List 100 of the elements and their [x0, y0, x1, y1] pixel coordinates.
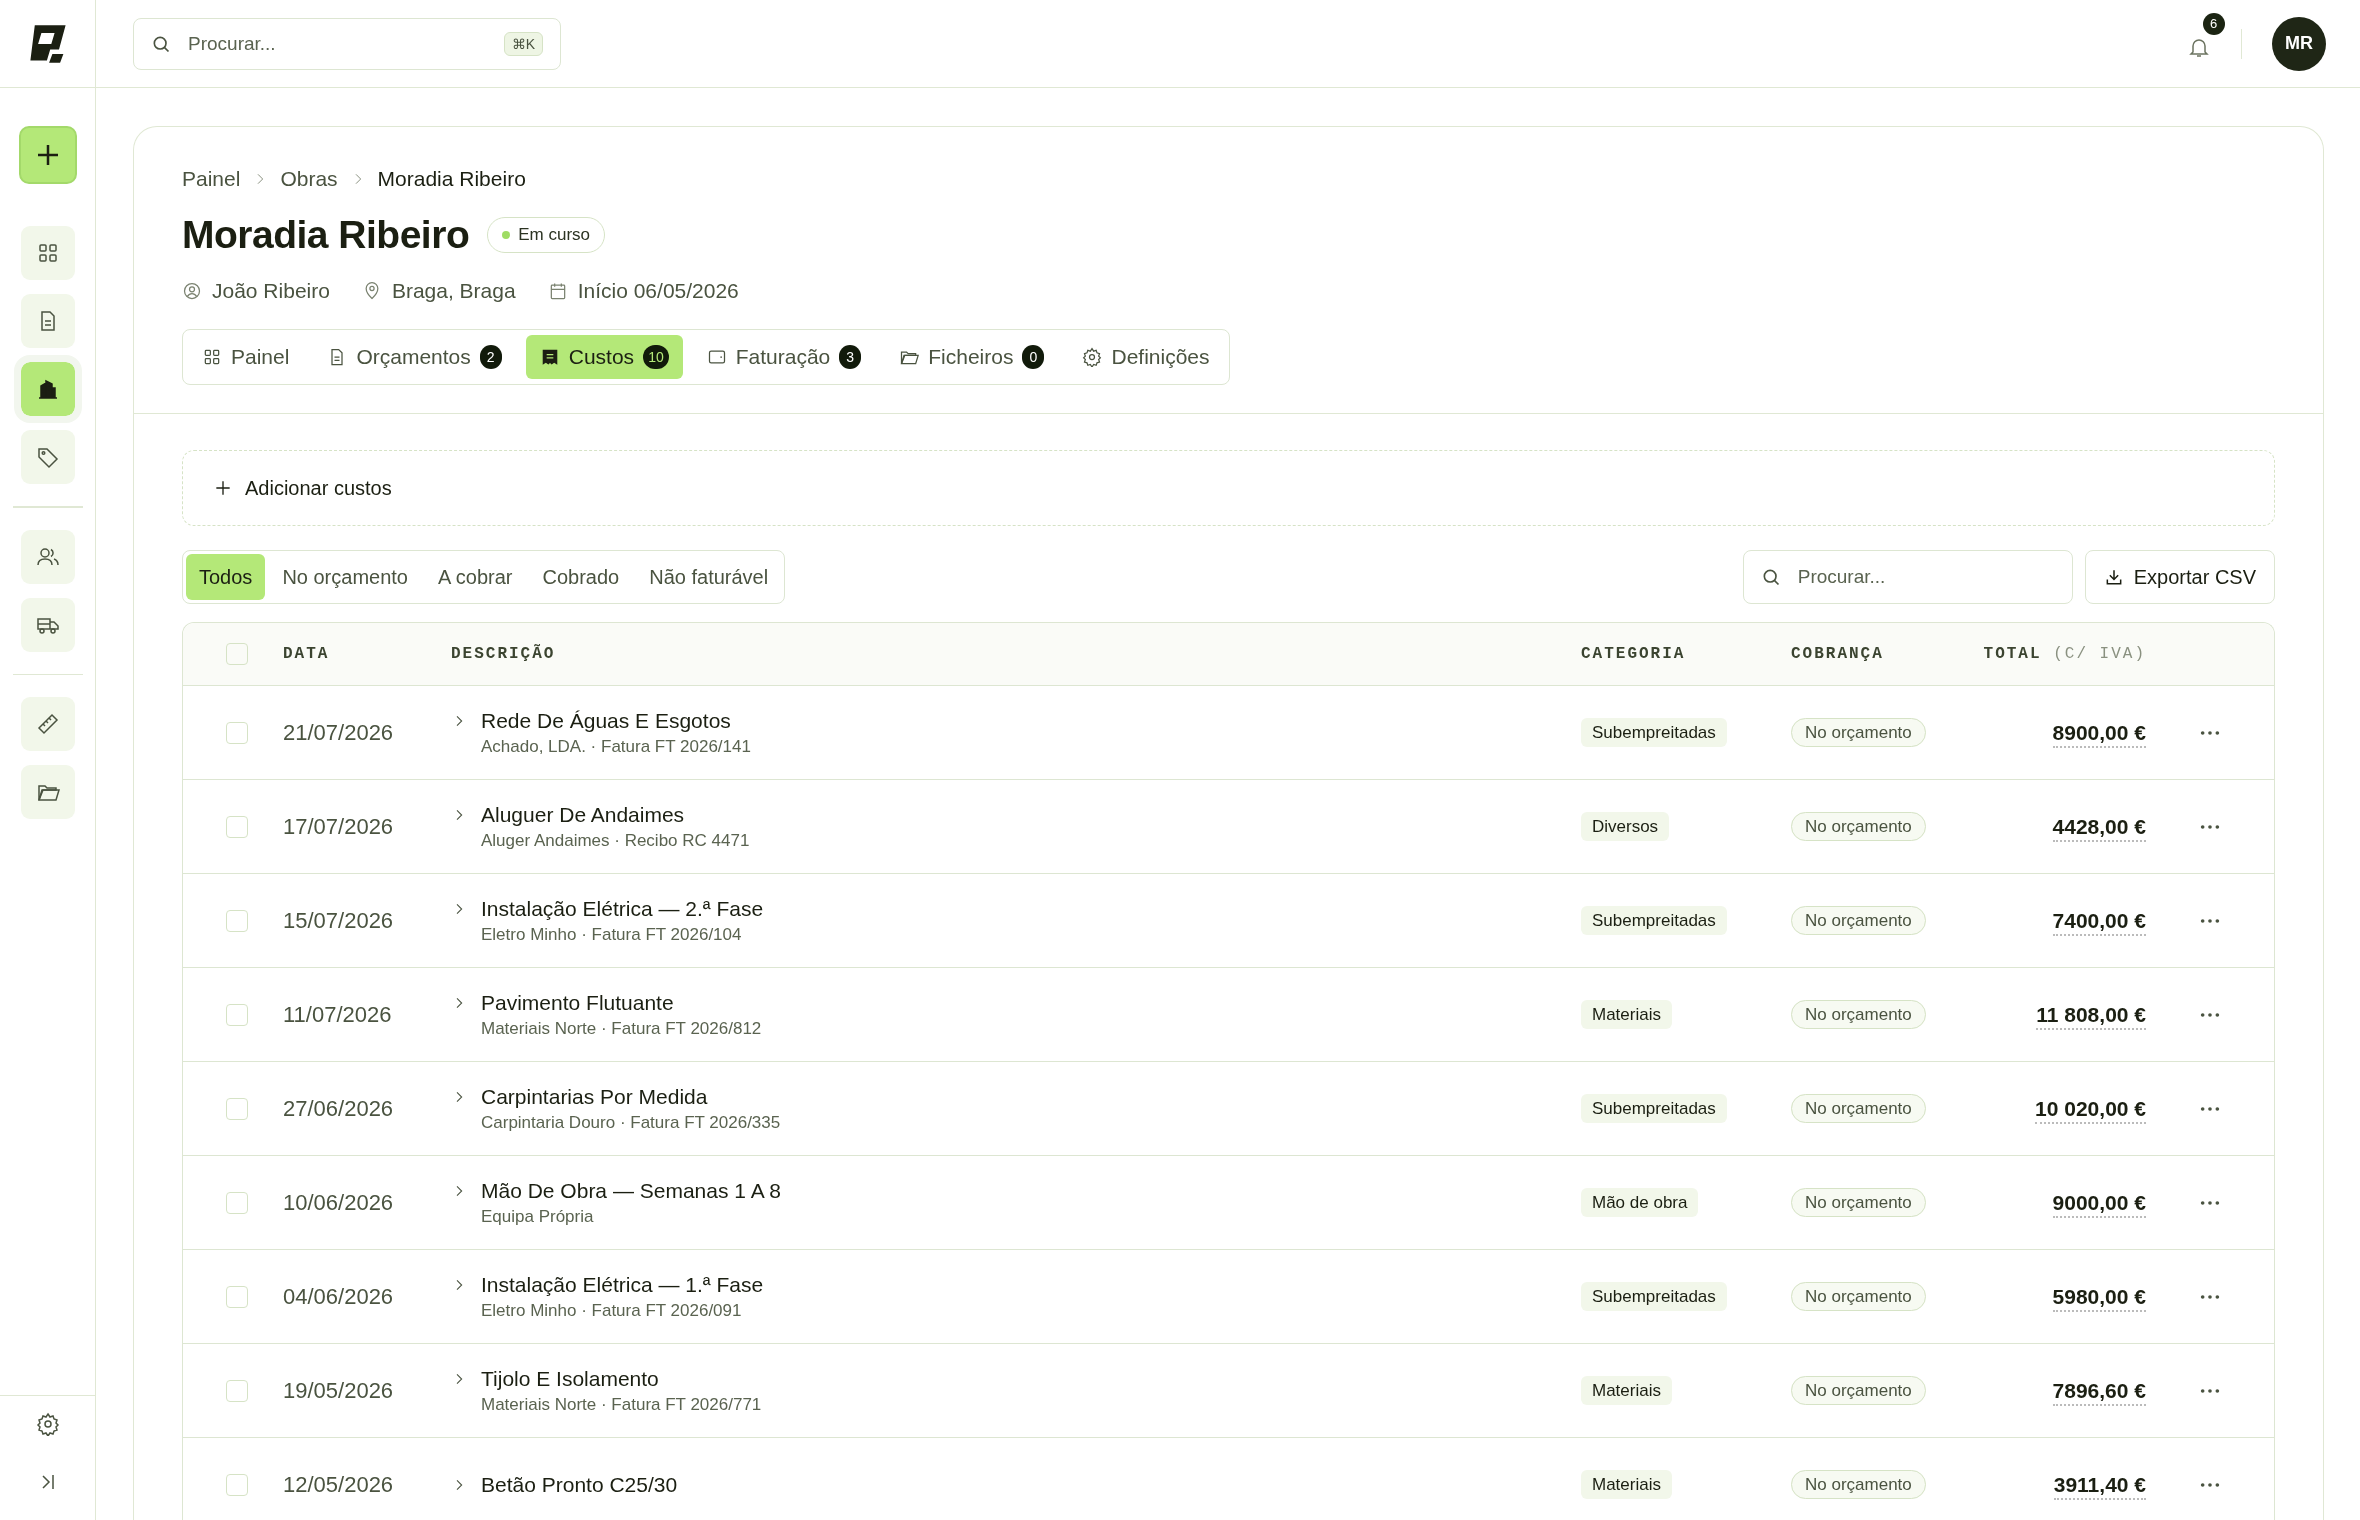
count-badge: 2 [479, 345, 502, 369]
billing-status-badge: No orçamento [1791, 1281, 1926, 1311]
more-options-icon[interactable] [2199, 823, 2221, 830]
column-header: DATA [283, 645, 331, 663]
category-tag: Materiais [1581, 999, 1672, 1029]
filter-tab[interactable]: Cobrado [529, 554, 633, 600]
category-tag: Subempreitadas [1581, 1093, 1727, 1123]
avatar[interactable]: MR [2272, 16, 2326, 71]
user-icon [182, 281, 202, 301]
total-amount: 4428,00 € [2052, 814, 2146, 842]
row-checkbox[interactable] [226, 1191, 248, 1214]
row-checkbox[interactable] [226, 1473, 248, 1496]
table-search-field[interactable]: Procurar... [1742, 550, 2073, 604]
more-options-icon[interactable] [2199, 1387, 2221, 1394]
billing-status-badge: No orçamento [1791, 717, 1926, 747]
cost-supplier: Carpintaria Douro · Fatura FT 2026/335 [481, 1112, 781, 1133]
cost-title: Rede De Águas E Esgotos [481, 708, 732, 733]
category-tag: Materiais [1581, 1469, 1672, 1499]
shortcut-hint: ⌘K [503, 31, 543, 56]
date-cell-text: 27/06/2026 [283, 1095, 395, 1122]
row-checkbox[interactable] [226, 1097, 248, 1120]
cost-title: Carpintarias Por Medida [481, 1084, 709, 1109]
billing-status-badge: No orçamento [1791, 905, 1926, 935]
billing-status-badge: No orçamento [1791, 811, 1926, 841]
tab[interactable]: Painel [188, 335, 304, 379]
cost-supplier: Materiais Norte · Fatura FT 2026/812 [481, 1018, 762, 1039]
tab[interactable]: Orçamentos 2 [313, 335, 516, 379]
row-checkbox[interactable] [226, 1003, 248, 1026]
tab[interactable]: Custos 10 [525, 335, 683, 379]
count-badge: 10 [643, 345, 669, 369]
tab[interactable]: Ficheiros 0 [885, 335, 1059, 379]
category-tag: Mão de obra [1581, 1187, 1699, 1217]
add-costs-button[interactable]: Adicionar custos [182, 450, 2275, 526]
total-amount: 10 020,00 € [2035, 1096, 2146, 1124]
cost-title: Mão De Obra — Semanas 1 A 8 [481, 1178, 781, 1203]
date-cell-text: 17/07/2026 [283, 813, 395, 840]
more-options-icon[interactable] [2199, 1199, 2221, 1206]
total-amount: 3911,40 € [2053, 1472, 2146, 1500]
export-csv-button[interactable]: Exportar CSV [2084, 550, 2275, 604]
filter-tab[interactable]: Não faturável [636, 554, 782, 600]
breadcrumb-link[interactable]: Moradia Ribeiro [377, 167, 526, 191]
select-all-checkbox[interactable] [226, 643, 248, 665]
row-checkbox[interactable] [226, 721, 248, 744]
total-amount: 7896,60 € [2052, 1378, 2146, 1406]
cost-title: Betão Pronto C25/30 [481, 1472, 678, 1497]
tab[interactable]: Definições [1068, 335, 1224, 379]
cost-supplier: Equipa Própria [481, 1206, 595, 1227]
category-tag: Materiais [1581, 1375, 1672, 1405]
more-options-icon[interactable] [2199, 1105, 2221, 1112]
row-checkbox[interactable] [226, 909, 248, 932]
tag-icon [35, 445, 60, 469]
category-tag: Subempreitadas [1581, 717, 1727, 747]
filter-tab[interactable]: No orçamento [269, 554, 421, 600]
row-checkbox[interactable] [226, 1379, 248, 1402]
date-cell-text: 21/07/2026 [283, 719, 395, 746]
cost-supplier: Eletro Minho · Fatura FT 2026/104 [481, 924, 743, 945]
billing-status-badge: No orçamento [1791, 1469, 1926, 1499]
more-options-icon[interactable] [2199, 1481, 2221, 1488]
row-checkbox[interactable] [226, 815, 248, 838]
tab[interactable]: Faturação 3 [692, 335, 876, 379]
column-header: CATEGORIA [1581, 645, 1687, 663]
meta-text: Braga, Braga [391, 279, 516, 303]
row-checkbox[interactable] [226, 1285, 248, 1308]
category-tag: Diversos [1581, 811, 1670, 841]
category-tag: Subempreitadas [1581, 1281, 1727, 1311]
meta-text: João Ribeiro [212, 279, 330, 303]
more-options-icon[interactable] [2199, 1293, 2221, 1300]
billing-status-badge: No orçamento [1791, 1093, 1926, 1123]
date-cell-text: 11/07/2026 [283, 1001, 393, 1028]
total-amount: 8900,00 € [2052, 720, 2146, 748]
billing-status-badge: No orçamento [1791, 1187, 1926, 1217]
meta-text: Início 06/05/2026 [577, 279, 739, 303]
breadcrumb-link[interactable]: Obras [280, 167, 338, 191]
more-options-icon[interactable] [2199, 917, 2221, 924]
filter-tab[interactable]: Todos [186, 554, 266, 600]
settings-icon [1082, 347, 1103, 367]
cost-supplier: Achado, LDA. · Fatura FT 2026/141 [481, 736, 751, 757]
total-amount: 7400,00 € [2052, 908, 2146, 936]
date-cell-text: 04/06/2026 [283, 1283, 395, 1310]
cost-title: Tijolo E Isolamento [481, 1366, 660, 1391]
notification-badge: 6 [2202, 12, 2225, 35]
more-options-icon[interactable] [2199, 1011, 2221, 1018]
billing-status-badge: No orçamento [1791, 999, 1926, 1029]
settings-icon[interactable] [35, 1412, 60, 1436]
add-button[interactable] [18, 126, 77, 184]
page-title: Moradia Ribeiro [182, 213, 470, 257]
count-badge: 3 [839, 345, 862, 369]
count-badge: 0 [1022, 345, 1045, 369]
total-amount: 5980,00 € [2052, 1284, 2146, 1312]
column-header: COBRANÇA [1791, 645, 1885, 663]
more-options-icon[interactable] [2199, 729, 2221, 736]
total-amount: 11 808,00 € [2036, 1002, 2146, 1030]
cost-title: Instalação Elétrica — 2.ª Fase [481, 896, 764, 921]
filter-tab[interactable]: A cobrar [425, 554, 526, 600]
category-tag: Subempreitadas [1581, 905, 1727, 935]
cost-title: Pavimento Flutuante [481, 990, 675, 1015]
breadcrumb-link[interactable]: Painel [182, 167, 241, 191]
grid-icon [202, 347, 222, 367]
cost-title: Aluguer De Andaimes [481, 802, 686, 827]
cost-supplier: Eletro Minho · Fatura FT 2026/091 [481, 1300, 743, 1321]
